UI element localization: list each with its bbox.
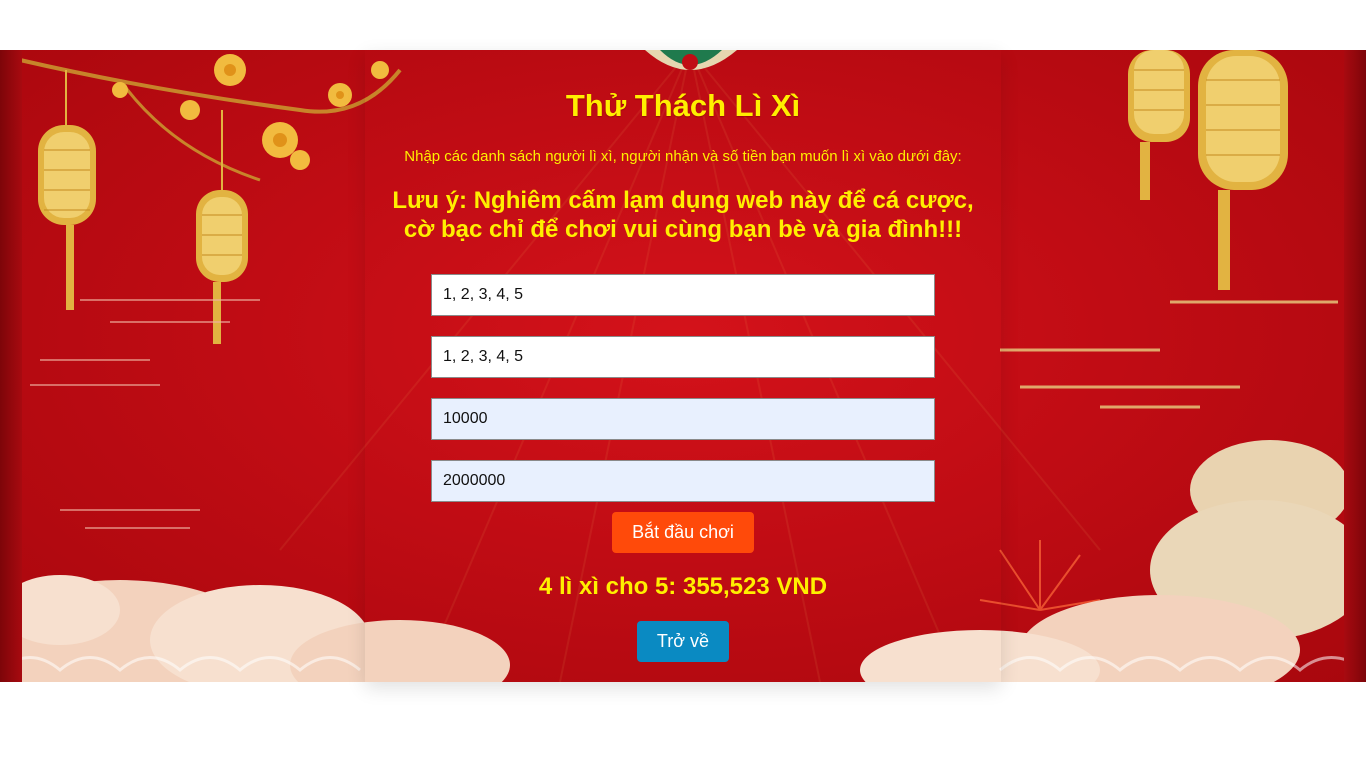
start-button[interactable]: Bắt đầu chơi [612,512,754,553]
main-content: Thử Thách Lì Xì Nhập các danh sách người… [0,50,1366,682]
instructions-text: Nhập các danh sách người lì xì, người nh… [404,148,962,165]
back-button[interactable]: Trở về [637,621,729,662]
warning-text: Lưu ý: Nghiêm cấm lạm dụng web này để cá… [392,187,974,243]
receivers-input[interactable] [431,336,935,378]
givers-input[interactable] [431,274,935,316]
min-amount-input[interactable] [431,398,935,440]
max-amount-input[interactable] [431,460,935,502]
result-text: 4 lì xì cho 5: 355,523 VND [538,573,828,600]
page-title: Thử Thách Lì Xì [565,88,801,123]
